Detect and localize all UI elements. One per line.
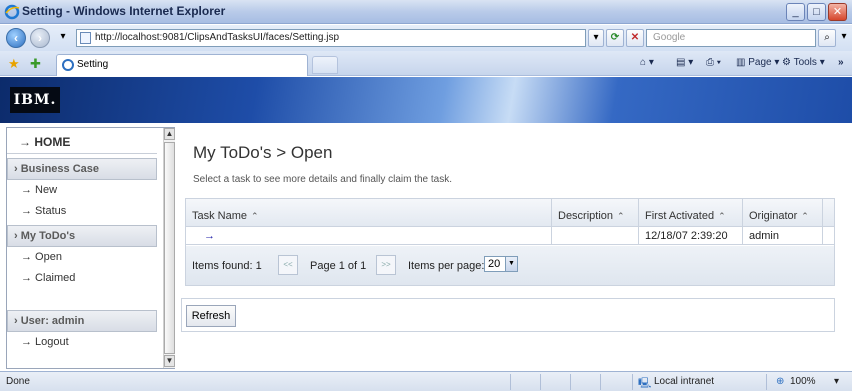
- page-menu[interactable]: ▥ Page ▾: [736, 57, 779, 68]
- back-button[interactable]: ‹: [6, 28, 26, 48]
- zoom-dropdown-icon[interactable]: ▾: [834, 376, 839, 387]
- favorites-star-icon[interactable]: ★: [8, 56, 20, 72]
- page-info: Page 1 of 1: [310, 260, 367, 272]
- next-page-button[interactable]: >>: [376, 255, 396, 275]
- tab-bar: ★ ✚ Setting ⌂ ▾ ▤ ▾ ⎙ ▾ ▥ Page ▾ ⚙ Tools…: [0, 51, 852, 76]
- nav-section-my-todos[interactable]: › My ToDo's: [7, 225, 157, 247]
- app-banner: IBM.: [0, 77, 852, 123]
- add-favorites-icon[interactable]: ✚: [30, 56, 41, 72]
- actions-panel: Refresh: [181, 298, 835, 332]
- prev-page-button[interactable]: <<: [278, 255, 298, 275]
- ibm-logo: IBM.: [10, 87, 60, 113]
- sort-icon: ⌃: [617, 211, 625, 221]
- column-header-task-name[interactable]: Task Name ⌃: [186, 199, 552, 227]
- tab-setting[interactable]: Setting: [56, 54, 308, 76]
- home-icon[interactable]: ⌂ ▾: [640, 57, 654, 68]
- nav-section-label: My ToDo's: [20, 230, 76, 242]
- nav-item-status[interactable]: → Status: [7, 201, 157, 221]
- ie-logo-icon: [4, 4, 20, 20]
- nav-home[interactable]: → HOME: [7, 130, 157, 154]
- tab-label: Setting: [77, 59, 109, 70]
- window-title-bar: Setting - Windows Internet Explorer _ □ …: [0, 0, 852, 24]
- close-button[interactable]: ✕: [828, 3, 847, 21]
- column-header-description[interactable]: Description ⌃: [552, 199, 639, 227]
- search-options-icon[interactable]: ▾: [838, 29, 850, 47]
- scroll-down-icon[interactable]: ▼: [164, 355, 175, 367]
- column-header-label: Description: [558, 210, 614, 222]
- recent-pages-dropdown-icon[interactable]: ▾: [56, 29, 70, 47]
- chevron-down-icon: ▼: [505, 257, 517, 271]
- column-header-label: First Activated: [645, 210, 715, 222]
- items-per-page-select[interactable]: 20 ▼: [484, 256, 518, 272]
- nav-section-business-case[interactable]: › Business Case: [7, 158, 157, 180]
- address-dropdown-icon[interactable]: ▾: [588, 29, 604, 47]
- refresh-button[interactable]: Refresh: [186, 305, 236, 327]
- nav-section-user: › User: admin: [7, 310, 157, 332]
- items-found: Items found: 1: [192, 260, 262, 272]
- ie-tab-icon: [62, 59, 74, 71]
- left-navigation: → HOME › Business Case → New → Status › …: [6, 127, 175, 369]
- minimize-button[interactable]: _: [786, 3, 805, 21]
- cell-description: [552, 227, 639, 245]
- status-bar: Done 🖳 Local intranet ⊕ 100% ▾: [0, 371, 852, 391]
- column-header-first-activated[interactable]: First Activated ⌃: [639, 199, 743, 227]
- security-zone[interactable]: Local intranet: [654, 376, 714, 387]
- nav-item-new[interactable]: → New: [7, 180, 157, 200]
- items-per-page-value: 20: [488, 258, 501, 270]
- scroll-up-icon[interactable]: ▲: [164, 128, 175, 140]
- cell-originator: admin: [743, 227, 823, 245]
- window-title: Setting - Windows Internet Explorer: [22, 4, 226, 18]
- page-icon: [80, 32, 91, 44]
- sort-icon: ⌃: [251, 211, 259, 221]
- print-icon[interactable]: ⎙ ▾: [706, 57, 721, 68]
- pager: Items found: 1 << Page 1 of 1 >> Items p…: [186, 246, 834, 285]
- chevron-more-icon[interactable]: »: [838, 57, 844, 68]
- sort-icon: ⌃: [801, 211, 809, 221]
- page-subtitle: Select a task to see more details and fi…: [193, 174, 453, 185]
- nav-item-claimed[interactable]: → Claimed: [7, 268, 157, 288]
- user-label: User: admin: [20, 315, 85, 327]
- table-row[interactable]: → OrderHandlingFuture1$OrderHandlingFutu…: [186, 227, 834, 260]
- cell-task-name: → OrderHandlingFuture1$OrderHandlingFutu…: [186, 227, 552, 260]
- status-divider: [600, 374, 601, 390]
- refresh-page-icon[interactable]: ⟳: [606, 29, 624, 47]
- nav-section-label: Business Case: [20, 163, 99, 175]
- new-tab-button[interactable]: [312, 56, 338, 74]
- sort-icon: ⌃: [718, 211, 726, 221]
- status-divider: [632, 374, 633, 390]
- search-icon[interactable]: ⌕: [818, 29, 836, 47]
- page-menu-label: Page: [748, 57, 772, 68]
- status-divider: [766, 374, 767, 390]
- column-header-label: Task Name: [192, 210, 248, 222]
- status-text: Done: [6, 376, 30, 387]
- status-divider: [570, 374, 571, 390]
- intranet-icon: 🖳: [638, 378, 652, 389]
- items-per-page-label: Items per page:: [408, 260, 485, 272]
- feeds-icon[interactable]: ▤ ▾: [676, 57, 693, 68]
- status-divider: [510, 374, 511, 390]
- column-header-originator[interactable]: Originator ⌃: [743, 199, 823, 227]
- search-input[interactable]: Google: [646, 29, 816, 47]
- column-header-label: Originator: [749, 210, 798, 222]
- table-header: Task Name ⌃ Description ⌃ First Activated ⌃…: [186, 199, 834, 227]
- address-toolbar: ‹ › ▾ http://localhost:9081/ClipsAndTask…: [0, 25, 852, 51]
- tools-menu-label: Tools: [793, 57, 817, 68]
- forward-button[interactable]: ›: [30, 28, 50, 48]
- scrollbar-thumb[interactable]: [164, 142, 175, 354]
- address-input[interactable]: http://localhost:9081/ClipsAndTasksUI/fa…: [76, 29, 586, 47]
- maximize-button[interactable]: □: [807, 3, 826, 21]
- stop-icon[interactable]: ✕: [626, 29, 644, 47]
- zoom-icon[interactable]: ⊕: [776, 376, 784, 387]
- tasks-table: Task Name ⌃ Description ⌃ First Activated ⌃…: [185, 198, 835, 286]
- nav-item-logout[interactable]: → Logout: [7, 332, 157, 352]
- cell-first-activated: 12/18/07 2:39:20 PM: [639, 227, 743, 260]
- nav-item-open[interactable]: → Open: [7, 247, 157, 267]
- left-scrollbar[interactable]: ▲ ▼: [163, 128, 175, 368]
- status-divider: [540, 374, 541, 390]
- zoom-level[interactable]: 100%: [790, 376, 816, 387]
- tools-menu[interactable]: ⚙ Tools ▾: [782, 57, 825, 68]
- address-url: http://localhost:9081/ClipsAndTasksUI/fa…: [95, 32, 340, 43]
- page-title: My ToDo's > Open: [193, 143, 333, 162]
